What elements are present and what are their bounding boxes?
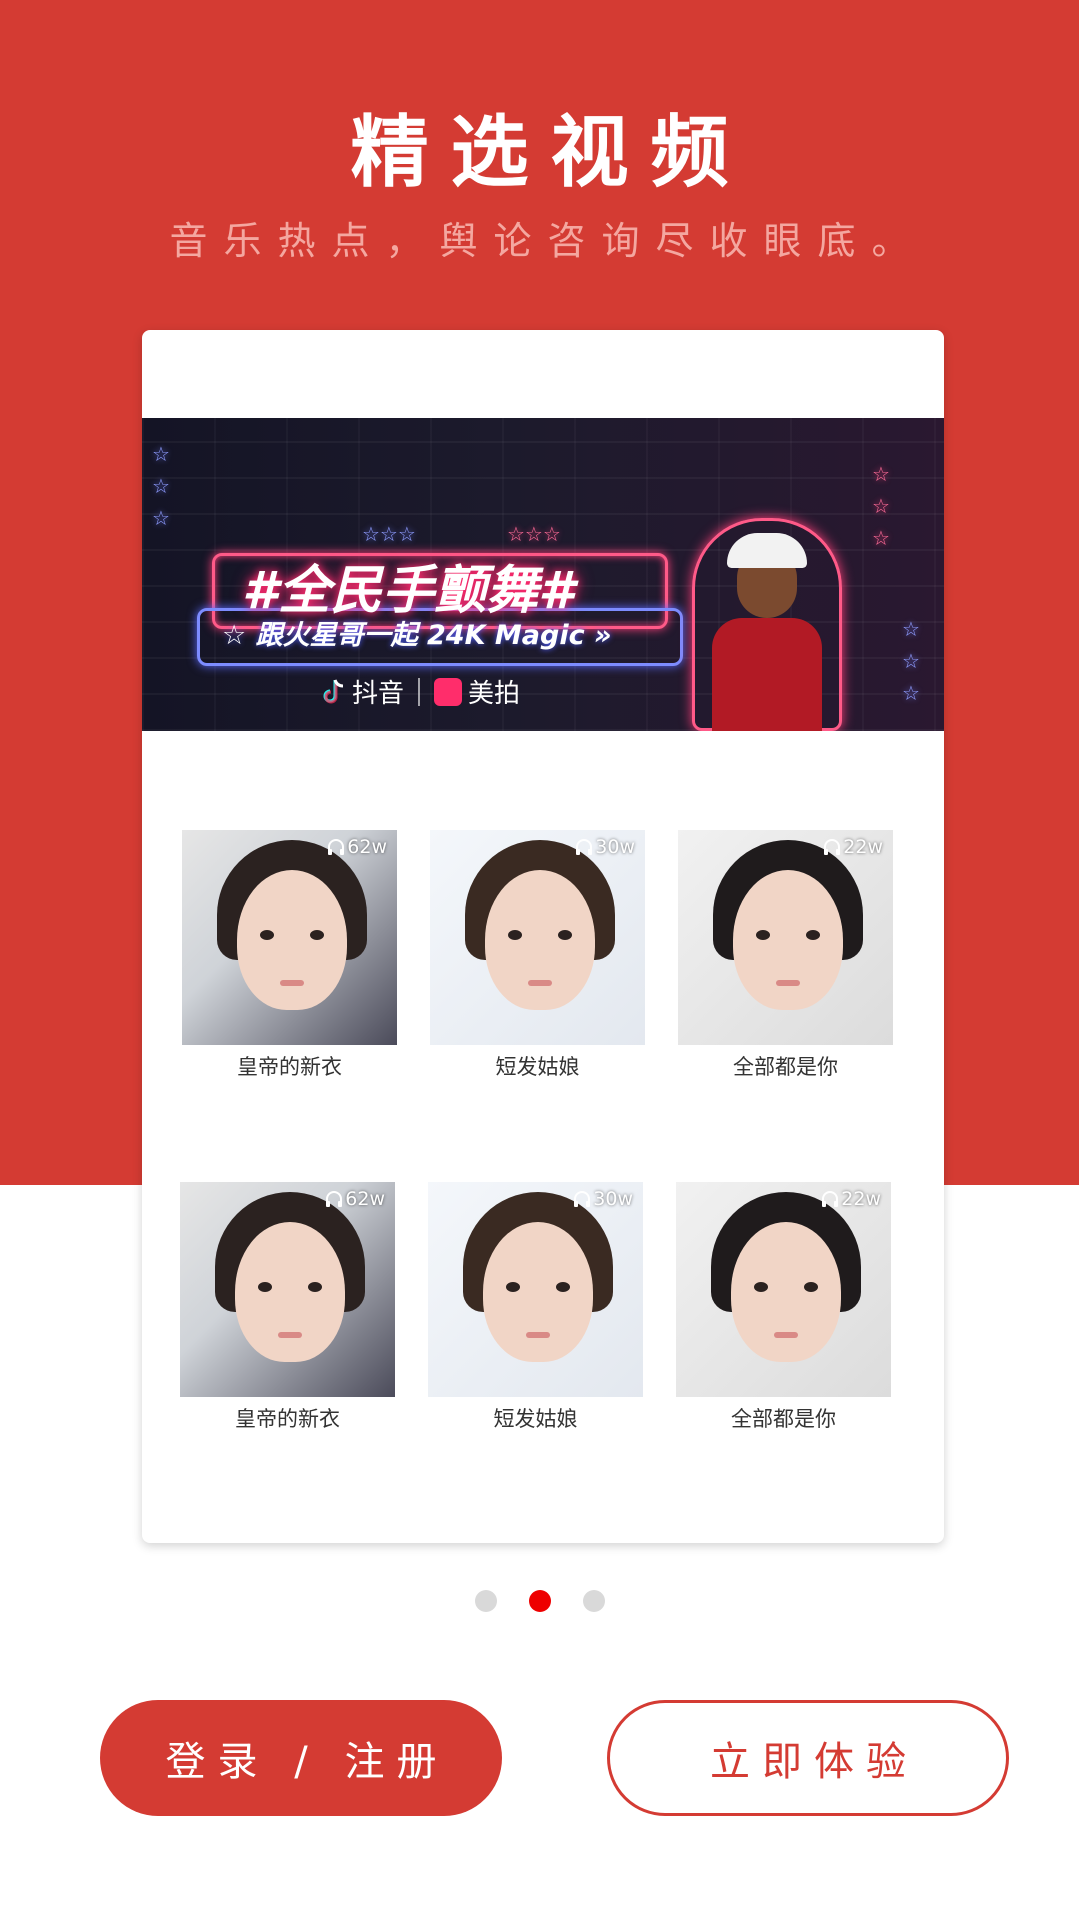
video-item[interactable]: 62w 皇帝的新衣 <box>180 1182 395 1433</box>
thumbnail-face <box>237 870 347 1010</box>
meipai-label: 美拍 <box>468 679 521 709</box>
banner-title: #全民手颤舞# <box>242 561 575 621</box>
headphones-icon <box>328 839 345 855</box>
thumbnail-face <box>485 870 595 1010</box>
thumbnail-eyes <box>506 1282 570 1292</box>
douyin-icon <box>323 678 344 703</box>
headphones-icon <box>326 1191 343 1207</box>
thumbnail-mouth <box>528 980 552 986</box>
page-title: 精选视频 <box>350 108 751 198</box>
thumbnail-face <box>731 1222 841 1362</box>
meipai-icon <box>434 677 463 706</box>
video-thumbnail[interactable]: 62w <box>182 830 397 1045</box>
thumbnail-face <box>733 870 843 1010</box>
pagination-dots <box>0 1590 1079 1612</box>
headphones-icon <box>822 1191 839 1207</box>
video-item[interactable]: 22w 全部都是你 <box>678 830 893 1081</box>
play-count: 22w <box>823 836 883 858</box>
star-decoration-icon: ☆☆☆ <box>902 617 920 705</box>
play-count: 30w <box>575 836 635 858</box>
video-caption[interactable]: 全部都是你 <box>678 1051 893 1081</box>
star-decoration-icon: ☆☆☆ <box>872 462 890 550</box>
thumbnail-face <box>483 1222 593 1362</box>
pagination-dot[interactable] <box>582 1590 605 1612</box>
video-caption[interactable]: 皇帝的新衣 <box>182 1051 397 1081</box>
video-item[interactable]: 22w 全部都是你 <box>676 1182 891 1433</box>
thumbnail-mouth <box>278 1332 302 1338</box>
meipai-logo: 美拍 <box>434 673 520 710</box>
try-now-button[interactable]: 立即体验 <box>607 1700 1009 1816</box>
play-count-value: 30w <box>593 1188 633 1210</box>
play-count: 62w <box>325 1188 385 1210</box>
star-decoration-icon: ☆☆☆ <box>507 522 561 546</box>
video-item[interactable]: 30w 短发姑娘 <box>430 830 645 1081</box>
thumbnail-eyes <box>508 930 572 940</box>
video-caption[interactable]: 短发姑娘 <box>428 1403 643 1433</box>
play-count-value: 22w <box>843 836 883 858</box>
video-carousel-card[interactable]: ☆ ☆ ☆ ☆ ☆ ☆ ☆ ☆ ☆ ☆☆☆ ☆☆☆ #全民手颤舞# ☆ 跟火星哥一起 24K… <box>142 330 944 1543</box>
page-subtitle: 音乐热点，舆论咨询尽收眼底。 <box>169 219 926 263</box>
play-count: 22w <box>821 1188 881 1210</box>
video-item[interactable]: 62w 皇帝的新衣 <box>182 830 397 1081</box>
pagination-dot-active[interactable] <box>528 1590 551 1612</box>
headphones-icon <box>824 839 841 855</box>
video-thumbnail[interactable]: 22w <box>678 830 893 1045</box>
play-count-value: 62w <box>347 836 387 858</box>
singer-image <box>692 518 842 731</box>
play-count: 62w <box>327 836 387 858</box>
thumbnail-eyes <box>754 1282 818 1292</box>
video-caption[interactable]: 全部都是你 <box>676 1403 891 1433</box>
singer-cap <box>727 533 807 568</box>
login-register-button[interactable]: 登录 / 注册 <box>100 1700 502 1816</box>
video-thumbnail[interactable]: 62w <box>180 1182 395 1397</box>
singer-shirt <box>712 618 822 731</box>
pagination-dot[interactable] <box>474 1590 497 1612</box>
video-caption[interactable]: 短发姑娘 <box>430 1051 645 1081</box>
video-thumbnail[interactable]: 30w <box>430 830 645 1045</box>
play-count-value: 62w <box>345 1188 385 1210</box>
app-logos: 抖音 美拍 <box>322 673 520 710</box>
video-thumbnail[interactable]: 30w <box>428 1182 643 1397</box>
video-caption[interactable]: 皇帝的新衣 <box>180 1403 395 1433</box>
video-thumbnail[interactable]: 22w <box>676 1182 891 1397</box>
play-count-value: 30w <box>595 836 635 858</box>
play-count-value: 22w <box>841 1188 881 1210</box>
thumbnail-eyes <box>260 930 324 940</box>
thumbnail-mouth <box>774 1332 798 1338</box>
divider <box>418 677 421 706</box>
headphones-icon <box>574 1191 591 1207</box>
douyin-logo: 抖音 <box>322 673 404 710</box>
headphones-icon <box>576 839 593 855</box>
thumbnail-eyes <box>258 1282 322 1292</box>
star-decoration-icon: ☆☆☆ <box>362 522 416 546</box>
douyin-label: 抖音 <box>352 679 405 709</box>
thumbnail-face <box>235 1222 345 1362</box>
play-count: 30w <box>573 1188 633 1210</box>
thumbnail-eyes <box>756 930 820 940</box>
banner-subtitle: ☆ 跟火星哥一起 24K Magic » <box>222 620 612 651</box>
thumbnail-mouth <box>776 980 800 986</box>
thumbnail-mouth <box>280 980 304 986</box>
thumbnail-mouth <box>526 1332 550 1338</box>
featured-banner[interactable]: ☆ ☆ ☆ ☆ ☆ ☆ ☆ ☆ ☆ ☆☆☆ ☆☆☆ #全民手颤舞# ☆ 跟火星哥一起 24K… <box>142 418 944 731</box>
star-decoration-icon: ☆☆☆ <box>152 442 170 530</box>
video-item[interactable]: 30w 短发姑娘 <box>428 1182 643 1433</box>
